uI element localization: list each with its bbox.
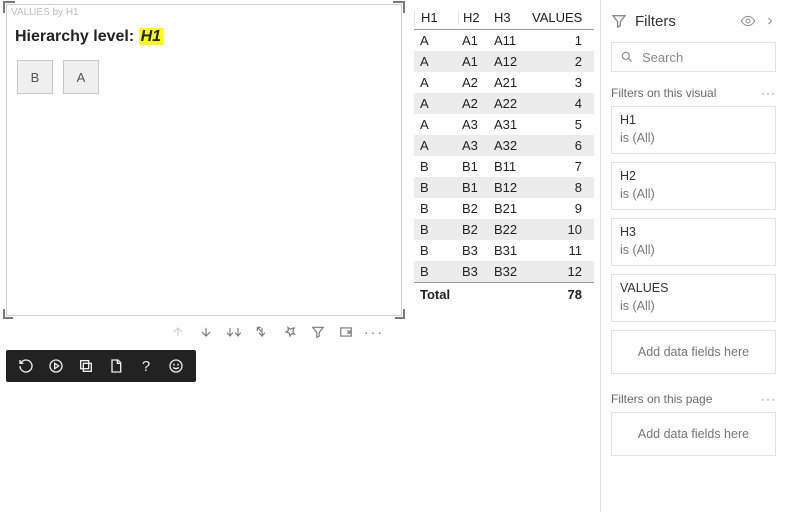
funnel-icon (611, 13, 627, 29)
dark-toolbar: ? (6, 350, 196, 382)
filter-card[interactable]: VALUESis (All) (611, 274, 776, 322)
filters-header: Filters (611, 0, 776, 42)
table-header: H1 H2 H3 VALUES (414, 4, 594, 30)
table-row[interactable]: BB3B3212 (414, 261, 594, 282)
table-row[interactable]: AA1A111 (414, 30, 594, 51)
data-table: H1 H2 H3 VALUES AA1A111AA1A122AA2A213AA2… (414, 4, 594, 306)
table-total-row: Total 78 (414, 282, 594, 306)
play-icon[interactable] (48, 358, 64, 374)
col-values[interactable]: VALUES (532, 10, 590, 25)
collapse-icon[interactable] (764, 15, 776, 27)
table-row[interactable]: AA3A315 (414, 114, 594, 135)
search-icon (620, 50, 634, 64)
section-page-label: Filters on this page (611, 392, 712, 406)
hierarchy-button-b[interactable]: B (17, 60, 53, 94)
page-icon[interactable] (108, 358, 124, 374)
hierarchy-label: Hierarchy level: (15, 28, 139, 45)
filter-card[interactable]: H2is (All) (611, 162, 776, 210)
filter-card[interactable]: H3is (All) (611, 218, 776, 266)
expand-icon[interactable] (254, 324, 270, 340)
table-row[interactable]: AA3A326 (414, 135, 594, 156)
drill-all-icon[interactable] (226, 324, 242, 340)
hierarchy-value: H1 (139, 28, 163, 45)
filters-title: Filters (635, 13, 676, 30)
col-h1[interactable]: H1 (414, 10, 458, 25)
table-row[interactable]: BB1B128 (414, 177, 594, 198)
drop-area-page[interactable]: Add data fields here (611, 412, 776, 456)
col-h2[interactable]: H2 (458, 10, 492, 25)
total-label: Total (414, 287, 532, 302)
table-row[interactable]: BB2B219 (414, 198, 594, 219)
more-icon[interactable]: ··· (366, 324, 382, 340)
filter-card[interactable]: H1is (All) (611, 106, 776, 154)
col-h3[interactable]: H3 (492, 10, 532, 25)
visual-title: VALUES by H1 (7, 5, 401, 18)
section-page-filters: Filters on this page ··· (611, 392, 776, 406)
copy-icon[interactable] (78, 358, 94, 374)
filters-search[interactable]: Search (611, 42, 776, 72)
section-visual-label: Filters on this visual (611, 86, 716, 100)
pin-icon[interactable] (282, 324, 298, 340)
visual-action-bar: ··· (170, 324, 382, 340)
section-visual-filters: Filters on this visual ··· (611, 86, 776, 100)
visual-card[interactable]: VALUES by H1 Hierarchy level: H1 B A (6, 4, 402, 316)
search-placeholder: Search (642, 50, 683, 65)
table-row[interactable]: BB1B117 (414, 156, 594, 177)
eye-icon[interactable] (740, 13, 756, 29)
total-value: 78 (532, 287, 590, 302)
section-more-icon[interactable]: ··· (761, 86, 776, 100)
hierarchy-buttons: B A (7, 60, 401, 94)
drop-area-visual[interactable]: Add data fields here (611, 330, 776, 374)
filter-icon[interactable] (310, 324, 326, 340)
help-icon[interactable]: ? (138, 358, 154, 374)
filters-pane: Filters Search Filters on this visual ··… (600, 0, 786, 512)
smile-icon[interactable] (168, 358, 184, 374)
table-row[interactable]: BB2B2210 (414, 219, 594, 240)
table-row[interactable]: AA1A122 (414, 51, 594, 72)
hierarchy-line: Hierarchy level: H1 (7, 18, 401, 60)
refresh-icon[interactable] (18, 358, 34, 374)
focus-icon[interactable] (338, 324, 354, 340)
hierarchy-button-a[interactable]: A (63, 60, 99, 94)
section-more-icon[interactable]: ··· (761, 392, 776, 406)
table-row[interactable]: AA2A213 (414, 72, 594, 93)
table-row[interactable]: BB3B3111 (414, 240, 594, 261)
drill-down-icon[interactable] (198, 324, 214, 340)
table-row[interactable]: AA2A224 (414, 93, 594, 114)
drill-up-icon[interactable] (170, 324, 186, 340)
